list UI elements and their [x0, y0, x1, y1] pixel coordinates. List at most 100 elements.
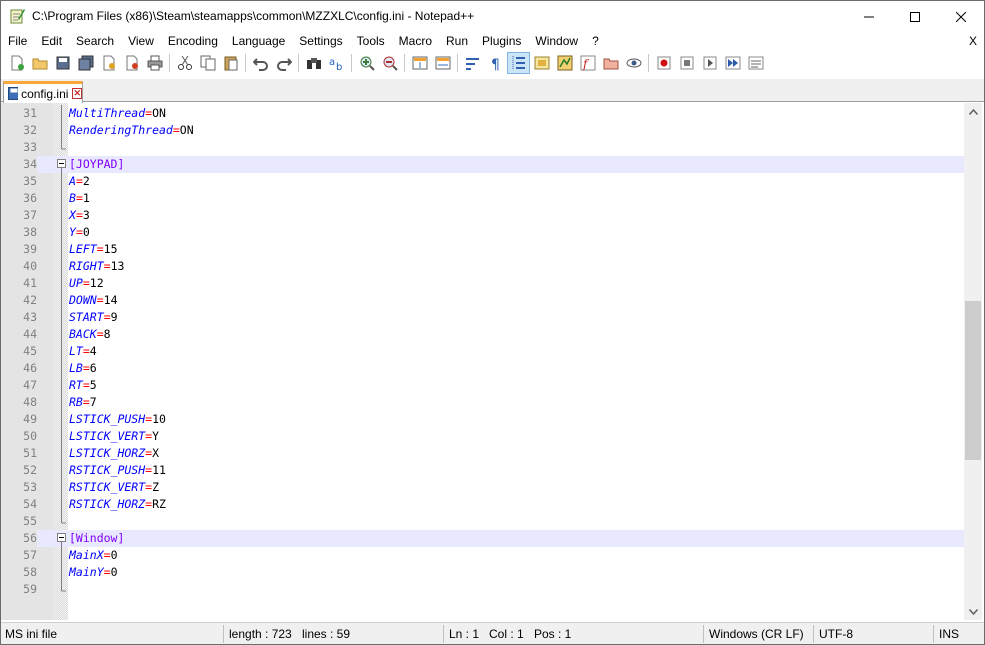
menu-search[interactable]: Search	[69, 32, 121, 51]
menu-language[interactable]: Language	[225, 32, 292, 51]
open-file-button[interactable]	[28, 52, 51, 74]
save-button[interactable]	[51, 52, 74, 74]
menu-file[interactable]: File	[1, 32, 34, 51]
fold-line	[61, 258, 62, 275]
maximize-button[interactable]	[892, 1, 938, 32]
show-all-characters-button[interactable]: ¶	[484, 52, 507, 74]
find-button[interactable]	[302, 52, 325, 74]
tab-config-ini[interactable]: config.ini ✕	[3, 81, 83, 103]
menu-window[interactable]: Window	[528, 32, 585, 51]
menu-tools[interactable]: Tools	[350, 32, 392, 51]
code-line[interactable]: 37 X=3	[1, 207, 964, 224]
menu-run[interactable]: Run	[439, 32, 475, 51]
indent-guide-button[interactable]	[507, 52, 530, 74]
close-all-button[interactable]	[120, 52, 143, 74]
title-bar[interactable]: C:\Program Files (x86)\Steam\steamapps\c…	[1, 1, 984, 32]
monitoring-button[interactable]	[622, 52, 645, 74]
code-line[interactable]: 39 LEFT=15	[1, 241, 964, 258]
code-line[interactable]: 36 B=1	[1, 190, 964, 207]
code-line[interactable]: 54 RSTICK_HORZ=RZ	[1, 496, 964, 513]
code-line[interactable]: 58 MainY=0	[1, 564, 964, 581]
run-macro-multiple-button[interactable]	[721, 52, 744, 74]
new-file-button[interactable]	[5, 52, 28, 74]
vertical-scrollbar[interactable]	[964, 103, 982, 620]
redo-button[interactable]	[272, 52, 295, 74]
stop-macro-button[interactable]	[675, 52, 698, 74]
close-window-button[interactable]	[938, 1, 984, 32]
code-line[interactable]: 46 LB=6	[1, 360, 964, 377]
scroll-thumb[interactable]	[965, 301, 981, 460]
code-line[interactable]: 47 RT=5	[1, 377, 964, 394]
code-line-section[interactable]: 34 [JOYPAD]	[1, 156, 964, 173]
fold-line	[61, 343, 62, 360]
ini-value: 0	[110, 565, 118, 579]
fold-minus-icon[interactable]	[56, 156, 67, 173]
code-line[interactable]: 59	[1, 581, 964, 598]
line-content: RSTICK_PUSH=11	[69, 462, 166, 479]
code-lines[interactable]: 31 MultiThread=ON 32 RenderingThread=ON 33 34…	[1, 105, 964, 598]
code-line[interactable]: 33	[1, 139, 964, 156]
code-line[interactable]: 35 A=2	[1, 173, 964, 190]
code-line-section[interactable]: 56 [Window]	[1, 530, 964, 547]
paste-button[interactable]	[219, 52, 242, 74]
code-line[interactable]: 32 RenderingThread=ON	[1, 122, 964, 139]
function-list-icon: f	[580, 55, 595, 71]
code-line[interactable]: 42 DOWN=14	[1, 292, 964, 309]
document-map-button[interactable]	[553, 52, 576, 74]
line-content: Y=0	[69, 224, 90, 241]
menu-macro[interactable]: Macro	[392, 32, 439, 51]
minimize-button[interactable]	[846, 1, 892, 32]
play-macro-button[interactable]	[698, 52, 721, 74]
code-line[interactable]: 45 LT=4	[1, 343, 964, 360]
code-line[interactable]: 41 UP=12	[1, 275, 964, 292]
function-list-button[interactable]: f	[576, 52, 599, 74]
menu-encoding[interactable]: Encoding	[161, 32, 225, 51]
code-line[interactable]: 53 RSTICK_VERT=Z	[1, 479, 964, 496]
code-line[interactable]: 38 Y=0	[1, 224, 964, 241]
sync-horizontal-button[interactable]	[431, 52, 454, 74]
undo-button[interactable]	[249, 52, 272, 74]
zoom-out-button[interactable]	[378, 52, 401, 74]
save-macro-button[interactable]	[744, 52, 767, 74]
fold-minus-icon[interactable]	[56, 530, 67, 547]
cut-button[interactable]	[173, 52, 196, 74]
code-line[interactable]: 52 RSTICK_PUSH=11	[1, 462, 964, 479]
code-line[interactable]: 43 START=9	[1, 309, 964, 326]
code-line[interactable]: 31 MultiThread=ON	[1, 105, 964, 122]
menu-plugins[interactable]: Plugins	[475, 32, 528, 51]
sync-vertical-button[interactable]	[408, 52, 431, 74]
menu-view[interactable]: View	[121, 32, 161, 51]
menu-settings[interactable]: Settings	[292, 32, 349, 51]
replace-button[interactable]: ab	[325, 52, 348, 74]
close-button[interactable]	[97, 52, 120, 74]
print-button[interactable]	[143, 52, 166, 74]
code-line[interactable]: 48 RB=7	[1, 394, 964, 411]
scroll-up-button[interactable]	[964, 103, 982, 120]
scroll-down-button[interactable]	[964, 603, 982, 620]
code-line[interactable]: 44 BACK=8	[1, 326, 964, 343]
word-wrap-button[interactable]	[461, 52, 484, 74]
code-line[interactable]: 57 MainX=0	[1, 547, 964, 564]
record-macro-button[interactable]	[652, 52, 675, 74]
line-content: MainY=0	[69, 564, 118, 581]
line-number: 55	[23, 514, 37, 528]
line-content: X=3	[69, 207, 90, 224]
tab-close-icon[interactable]: ✕	[72, 88, 82, 99]
menu-edit[interactable]: Edit	[34, 32, 69, 51]
code-line[interactable]: 49 LSTICK_PUSH=10	[1, 411, 964, 428]
toolbar-separator	[298, 54, 299, 72]
fold-line	[61, 496, 62, 513]
code-line[interactable]: 40 RIGHT=13	[1, 258, 964, 275]
editor-area[interactable]: 31 MultiThread=ON 32 RenderingThread=ON 33 34…	[1, 103, 984, 620]
close-document-button[interactable]: X	[969, 32, 977, 51]
code-line[interactable]: 50 LSTICK_VERT=Y	[1, 428, 964, 445]
save-all-button[interactable]	[74, 52, 97, 74]
copy-button[interactable]	[196, 52, 219, 74]
user-defined-language-button[interactable]	[530, 52, 553, 74]
code-line[interactable]: 51 LSTICK_HORZ=X	[1, 445, 964, 462]
folder-as-workspace-button[interactable]	[599, 52, 622, 74]
ini-value: 10	[152, 412, 166, 426]
code-line[interactable]: 55	[1, 513, 964, 530]
zoom-in-button[interactable]	[355, 52, 378, 74]
menu-help[interactable]: ?	[585, 32, 606, 51]
